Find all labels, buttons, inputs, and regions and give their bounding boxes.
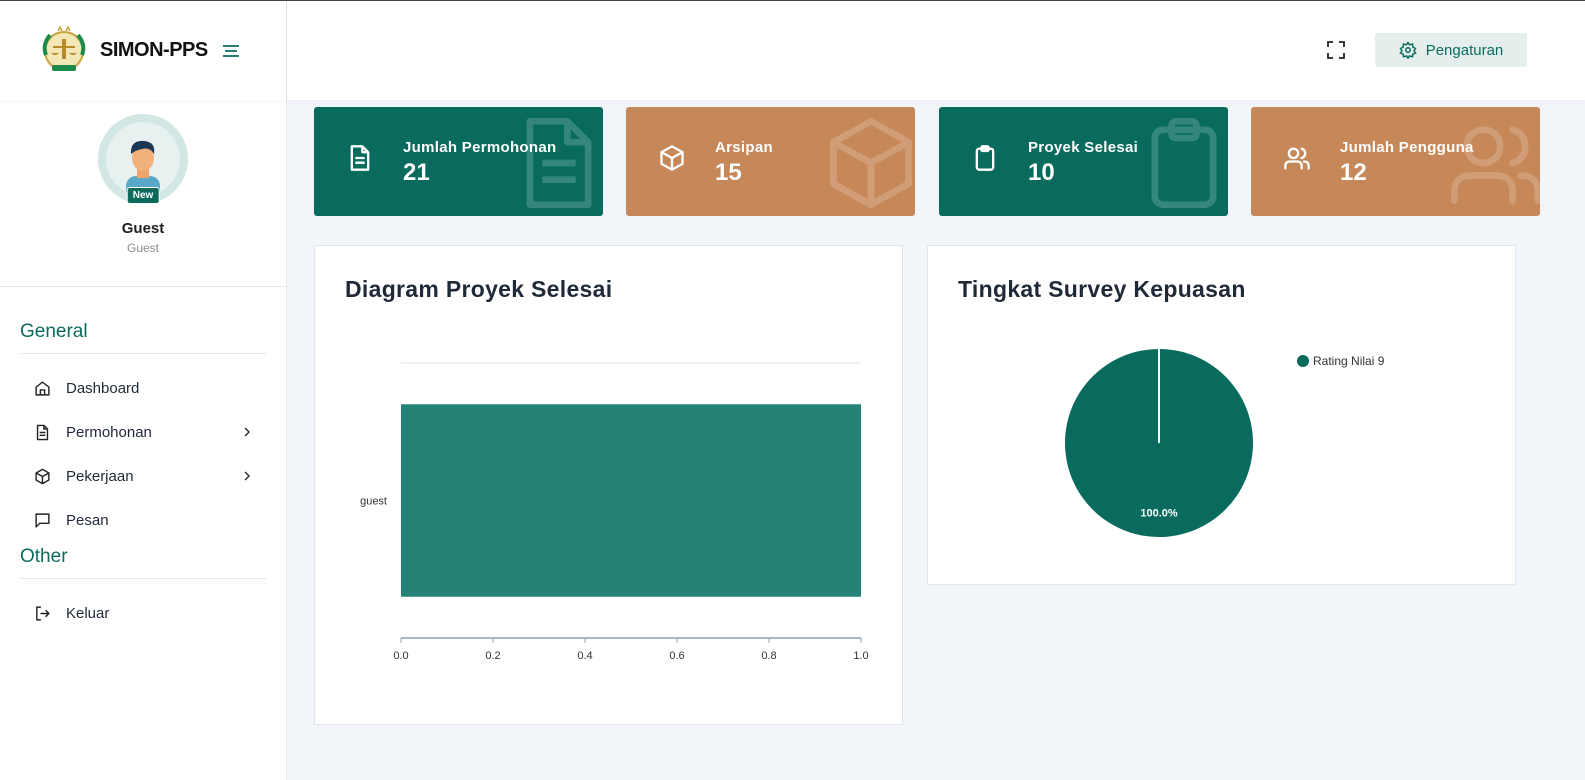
x-tick-label: 0.2 [485, 650, 500, 662]
users-icon [1284, 147, 1310, 170]
sidebar-item-label: Permohonan [66, 423, 152, 441]
user-profile: New Guest Guest [0, 100, 286, 287]
sidebar-item-permohonan[interactable]: Permohonan [20, 410, 266, 454]
users-icon [1451, 126, 1540, 204]
stat-value: 15 [715, 159, 742, 186]
logo-icon [42, 24, 86, 71]
fullscreen-icon[interactable] [1327, 41, 1345, 59]
sidebar-item-label: Pesan [66, 511, 109, 529]
home-icon [35, 380, 50, 396]
document-icon [350, 145, 370, 171]
settings-label: Pengaturan [1425, 41, 1504, 59]
sidebar-item-label: Keluar [66, 604, 110, 622]
x-tick-label: 0.0 [393, 650, 408, 662]
stat-card-pengguna[interactable]: Jumlah Pengguna 12 [1251, 107, 1540, 216]
legend-label: Rating Nilai 9 [1313, 354, 1385, 368]
user-role: Guest [126, 241, 159, 255]
menu-heading-other: Other [20, 542, 266, 579]
brand: SIMON-PPS [0, 1, 286, 100]
sidebar-item-pesan[interactable]: Pesan [20, 498, 266, 542]
sidebar-item-label: Pekerjaan [66, 467, 134, 485]
clipboard-icon [975, 145, 995, 171]
chevron-right-icon [244, 471, 251, 481]
user-name: Guest [121, 220, 165, 237]
x-tick-label: 1.0 [853, 650, 868, 662]
pie-legend[interactable]: Rating Nilai 9 [1297, 354, 1384, 368]
pie-chart-panel: Tingkat Survey Kepuasan 100.0% Rating Ni… [927, 245, 1516, 585]
bar[interactable] [401, 404, 861, 597]
pie-chart: 100.0% [1065, 349, 1253, 537]
chevron-right-icon [244, 427, 251, 437]
document-icon [36, 424, 49, 440]
menu-heading-general: General [20, 287, 266, 354]
x-tick-label: 0.4 [577, 650, 592, 662]
sidebar-item-dashboard[interactable]: Dashboard [20, 366, 266, 410]
stat-title: Proyek Selesai [1028, 139, 1139, 156]
stat-card-arsipan[interactable]: Arsipan 15 [626, 107, 915, 216]
document-icon [526, 118, 592, 209]
stat-card-proyek-selesai[interactable]: Proyek Selesai 10 [939, 107, 1228, 216]
stat-value: 10 [1028, 159, 1055, 186]
gear-icon [1399, 41, 1417, 59]
menu-toggle-icon[interactable] [222, 44, 240, 58]
box-icon [660, 145, 684, 171]
stat-value: 12 [1340, 159, 1367, 186]
stat-card-permohonan[interactable]: Jumlah Permohonan 21 [314, 107, 603, 216]
sidebar-item-keluar[interactable]: Keluar [20, 591, 266, 635]
bar-chart-panel: Diagram Proyek Selesai guest 0.0 0.2 0.4 0.6… [314, 245, 903, 725]
settings-button[interactable]: Pengaturan [1375, 33, 1527, 67]
logout-icon [36, 605, 50, 621]
sidebar-item-label: Dashboard [66, 379, 140, 397]
stat-title: Arsipan [715, 139, 773, 156]
slice-value-label: 100.0% [1140, 507, 1178, 519]
sidebar-item-pekerjaan[interactable]: Pekerjaan [20, 454, 266, 498]
person-icon [126, 140, 160, 196]
sidebar: SIMON-PPS New Guest Guest General Dashbo… [0, 1, 287, 780]
avatar[interactable]: New [98, 114, 188, 204]
menu-other: Other Keluar [0, 542, 286, 635]
x-tick-label: 0.6 [669, 650, 684, 662]
category-label: guest [360, 496, 387, 508]
app-title: SIMON-PPS [100, 39, 208, 61]
message-icon [35, 512, 50, 528]
clipboard-icon [1151, 117, 1217, 209]
box-icon [830, 118, 912, 209]
menu-general: General Dashboard Permohonan Pekerjaan P… [0, 287, 286, 542]
box-icon [35, 468, 50, 484]
bar-chart: guest 0.0 0.2 0.4 0.6 0.8 1.0 [360, 362, 869, 662]
stat-value: 21 [403, 159, 430, 186]
x-tick-label: 0.8 [761, 650, 776, 662]
topbar: Pengaturan [287, 1, 1585, 100]
legend-swatch [1297, 355, 1309, 367]
new-badge: New [126, 187, 160, 204]
